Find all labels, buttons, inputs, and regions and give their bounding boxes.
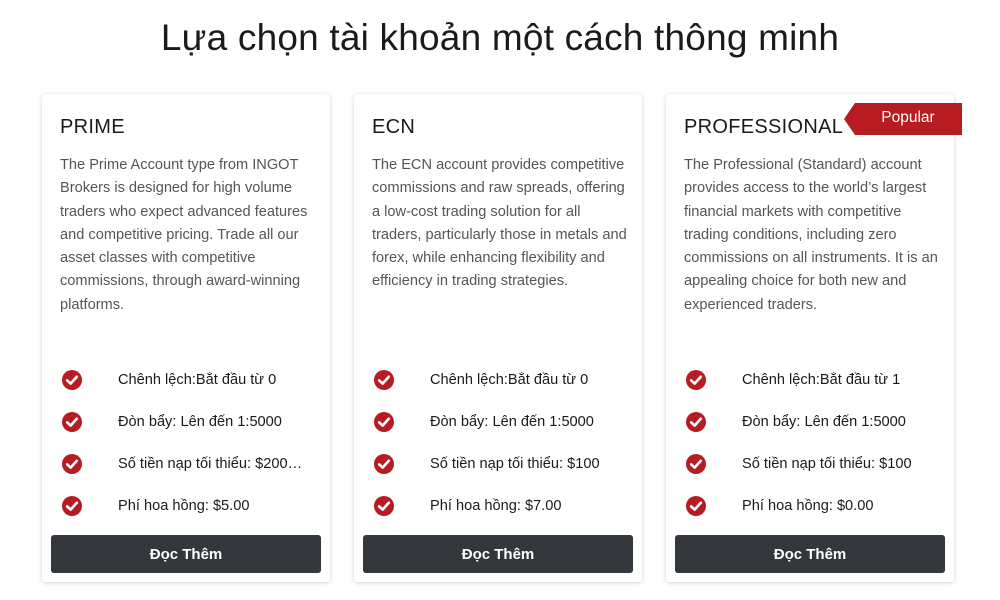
feature-text: Số tiền nạp tối thiểu: $200…	[118, 456, 303, 472]
feature-item: Đòn bẩy: Lên đến 1:5000	[686, 401, 942, 443]
read-more-button[interactable]: Đọc Thêm	[675, 535, 945, 573]
feature-text: Số tiền nạp tối thiểu: $100	[742, 456, 912, 472]
check-circle-icon	[374, 454, 394, 474]
feature-item: Phí hoa hồng: $5.00	[62, 485, 318, 527]
card-title: ECN	[372, 116, 416, 138]
check-circle-icon	[62, 496, 82, 516]
check-circle-icon	[374, 370, 394, 390]
feature-item: Số tiền nạp tối thiểu: $100	[374, 443, 630, 485]
feature-text: Chênh lệch:Bắt đầu từ 0	[430, 372, 589, 388]
check-circle-icon	[686, 412, 706, 432]
read-more-button[interactable]: Đọc Thêm	[51, 535, 321, 573]
feature-item: Phí hoa hồng: $0.00	[686, 485, 942, 527]
account-card-professional: PROFESSIONAL Popular The Professional (S…	[666, 94, 962, 582]
feature-list: Chênh lệch:Bắt đầu từ 1 Đòn bẩy: Lên đến…	[686, 359, 942, 527]
feature-item: Chênh lệch:Bắt đầu từ 0	[62, 359, 318, 401]
card-description: The ECN account provides competitive com…	[372, 157, 627, 290]
feature-item: Đòn bẩy: Lên đến 1:5000	[374, 401, 630, 443]
feature-item: Chênh lệch:Bắt đầu từ 0	[374, 359, 630, 401]
feature-text: Đòn bẩy: Lên đến 1:5000	[430, 414, 594, 430]
card-title: PRIME	[60, 116, 125, 138]
feature-list: Chênh lệch:Bắt đầu từ 0 Đòn bẩy: Lên đến…	[374, 359, 630, 527]
feature-item: Số tiền nạp tối thiểu: $200…	[62, 443, 318, 485]
feature-text: Phí hoa hồng: $7.00	[430, 498, 562, 514]
check-circle-icon	[62, 454, 82, 474]
feature-text: Phí hoa hồng: $0.00	[742, 498, 874, 514]
check-circle-icon	[62, 412, 82, 432]
feature-text: Chênh lệch:Bắt đầu từ 1	[742, 372, 901, 388]
card-description: The Professional (Standard) account prov…	[684, 157, 938, 313]
card-description: The Prime Account type from INGOT Broker…	[60, 157, 308, 313]
feature-item: Đòn bẩy: Lên đến 1:5000	[62, 401, 318, 443]
feature-text: Số tiền nạp tối thiểu: $100	[430, 456, 600, 472]
check-circle-icon	[686, 370, 706, 390]
popular-badge: Popular	[844, 103, 962, 135]
feature-text: Chênh lệch:Bắt đầu từ 0	[118, 372, 277, 388]
read-more-button[interactable]: Đọc Thêm	[363, 535, 633, 573]
feature-item: Phí hoa hồng: $7.00	[374, 485, 630, 527]
account-card-ecn: ECN The ECN account provides competitive…	[354, 94, 642, 582]
check-circle-icon	[686, 454, 706, 474]
check-circle-icon	[374, 412, 394, 432]
feature-text: Đòn bẩy: Lên đến 1:5000	[118, 414, 282, 430]
check-circle-icon	[62, 370, 82, 390]
feature-text: Đòn bẩy: Lên đến 1:5000	[742, 414, 906, 430]
feature-item: Số tiền nạp tối thiểu: $100	[686, 443, 942, 485]
feature-list: Chênh lệch:Bắt đầu từ 0 Đòn bẩy: Lên đến…	[62, 359, 318, 527]
feature-item: Chênh lệch:Bắt đầu từ 1	[686, 359, 942, 401]
card-title: PROFESSIONAL	[684, 116, 844, 138]
check-circle-icon	[374, 496, 394, 516]
account-card-prime: PRIME The Prime Account type from INGOT …	[42, 94, 330, 582]
page-title: Lựa chọn tài khoản một cách thông minh	[160, 17, 840, 58]
check-circle-icon	[686, 496, 706, 516]
feature-text: Phí hoa hồng: $5.00	[118, 498, 250, 514]
